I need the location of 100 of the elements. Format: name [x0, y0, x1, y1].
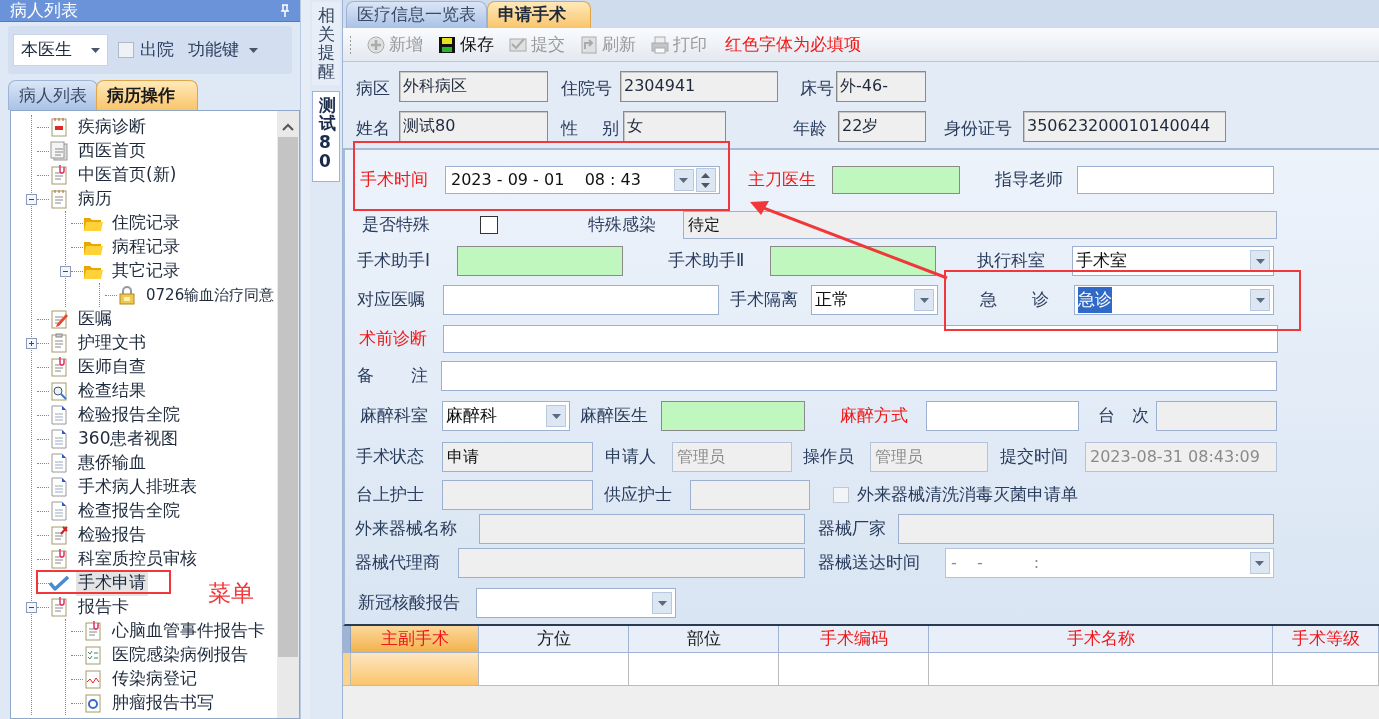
column-header[interactable]: 部位: [629, 626, 779, 652]
text-field[interactable]: [442, 480, 593, 510]
panel-tab[interactable]: 病人列表: [8, 80, 98, 110]
scrollbar[interactable]: [277, 111, 299, 718]
tree-item[interactable]: 护理文书: [76, 330, 148, 356]
dropdown-button[interactable]: [1250, 289, 1270, 311]
caret-icon: [1255, 258, 1265, 264]
tree-item[interactable]: 手术病人排班表: [76, 474, 199, 500]
spin-buttons[interactable]: [696, 168, 716, 192]
text-field[interactable]: 待定: [683, 211, 1277, 239]
tree-item[interactable]: 传染病登记: [110, 666, 199, 692]
field-label: 外来器械清洗消毒灭菌申请单: [857, 483, 1078, 507]
tree-item[interactable]: 检验报告全院: [76, 402, 182, 428]
tree-item[interactable]: 西医首页: [76, 138, 148, 164]
checkmark-icon: [49, 573, 69, 593]
text-field[interactable]: [898, 514, 1274, 544]
tree-item[interactable]: 病程记录: [110, 234, 182, 260]
field-label: 急 诊: [980, 288, 1051, 312]
tree-item[interactable]: 惠侨输血: [76, 450, 148, 476]
collapse-icon[interactable]: [60, 265, 71, 277]
calendar-icon: [49, 117, 69, 137]
column-header[interactable]: 手术编码: [779, 626, 929, 652]
text-field[interactable]: 申请: [442, 442, 593, 472]
text-field[interactable]: [690, 480, 810, 510]
tree-item[interactable]: 病历: [76, 186, 114, 212]
document-tab[interactable]: 医疗信息一览表: [346, 1, 487, 28]
combo-box[interactable]: [476, 588, 676, 618]
filter-dropdown[interactable]: 本医生: [13, 34, 108, 66]
row-header-cell[interactable]: [343, 653, 351, 685]
tree-item[interactable]: 检查结果: [76, 378, 148, 404]
combo-box[interactable]: 急诊: [1074, 285, 1274, 315]
panel-splitter[interactable]: [300, 0, 310, 719]
dropdown-button[interactable]: [674, 169, 694, 191]
tree-item[interactable]: 医院感染病例报告: [110, 642, 250, 668]
text-field[interactable]: [1077, 166, 1274, 194]
tree-item[interactable]: 心脑血管事件报告卡: [110, 618, 267, 644]
lookup-field[interactable]: [457, 246, 623, 276]
text-field[interactable]: [458, 548, 805, 578]
text-field[interactable]: [443, 325, 1278, 353]
tree-item[interactable]: 疾病诊断: [76, 114, 148, 140]
text-field[interactable]: [926, 401, 1079, 431]
caret-icon: [1255, 560, 1265, 566]
tree-item[interactable]: 医嘱: [76, 306, 114, 332]
clipped-document-icon: [49, 165, 69, 185]
lookup-field[interactable]: [661, 401, 805, 431]
discharged-checkbox[interactable]: [118, 42, 134, 58]
tree-item[interactable]: 检查报告全院: [76, 498, 182, 524]
panel-tab[interactable]: 病历操作: [96, 80, 198, 110]
lookup-field[interactable]: [770, 246, 936, 276]
text-field[interactable]: [441, 361, 1277, 391]
clipped-document-icon: [49, 549, 69, 569]
expand-icon[interactable]: [26, 337, 37, 349]
clipped-document-icon: [49, 357, 69, 377]
tree-item[interactable]: 住院记录: [110, 210, 182, 236]
scroll-thumb[interactable]: [278, 137, 298, 657]
tree-item[interactable]: 科室质控员审核: [76, 546, 199, 572]
tree-item[interactable]: 中医首页(新): [76, 162, 179, 188]
text-field[interactable]: [1156, 401, 1277, 431]
lookup-field[interactable]: [832, 166, 960, 194]
readonly-field: 女: [623, 110, 726, 142]
dropdown-button[interactable]: [914, 289, 934, 311]
dropdown-button[interactable]: [546, 405, 566, 427]
required-note: 红色字体为必填项: [725, 32, 861, 56]
tree-item[interactable]: 0726输血治疗同意: [144, 283, 277, 307]
date-time-field[interactable]: 2023 - 09 - 01 08 : 43: [445, 166, 720, 194]
combo-box[interactable]: 手术室: [1072, 246, 1274, 276]
column-header[interactable]: 手术等级: [1273, 626, 1379, 652]
text-field[interactable]: [479, 514, 805, 544]
tree-item[interactable]: 其它记录: [110, 258, 182, 284]
field-label: 器械送达时间: [818, 551, 921, 575]
refresh-icon: [579, 34, 599, 55]
column-header[interactable]: 手术名称: [929, 626, 1273, 652]
combo-box[interactable]: 麻醉科: [442, 401, 570, 431]
text-field[interactable]: [443, 285, 719, 315]
dropdown-button[interactable]: [652, 592, 672, 614]
checkbox[interactable]: [480, 216, 498, 234]
tree-item[interactable]: 检验报告: [76, 522, 148, 548]
collapse-icon[interactable]: [26, 601, 37, 613]
toolbar-button[interactable]: 保存: [437, 31, 494, 58]
field-label: 手术助手Ⅰ: [357, 249, 431, 273]
grip-icon: [349, 34, 352, 55]
function-menu-button[interactable]: 功能键: [188, 37, 258, 63]
tree-item[interactable]: 360患者视图: [76, 426, 181, 452]
caret-icon: [657, 600, 667, 606]
field-label: 住院号: [561, 77, 613, 101]
dropdown-button[interactable]: [1250, 250, 1270, 272]
field-label: 申请人: [605, 445, 657, 469]
field-label: 年龄: [793, 117, 828, 141]
tree-item[interactable]: 报告卡: [76, 594, 131, 620]
pinned-notepad-icon: [49, 525, 69, 545]
document-icon: [49, 453, 69, 473]
column-header[interactable]: 方位: [479, 626, 629, 652]
collapse-icon[interactable]: [26, 193, 37, 205]
combo-box[interactable]: 正常: [811, 285, 938, 315]
tree-item[interactable]: 肿瘤报告书写: [110, 690, 216, 716]
side-tab[interactable]: 测试80: [312, 90, 340, 182]
side-tab[interactable]: 相关提醒: [312, 2, 340, 85]
document-tab[interactable]: 申请手术: [487, 1, 591, 28]
tree-item[interactable]: 医师自查: [76, 354, 148, 380]
readonly-field: 22岁: [838, 110, 926, 142]
